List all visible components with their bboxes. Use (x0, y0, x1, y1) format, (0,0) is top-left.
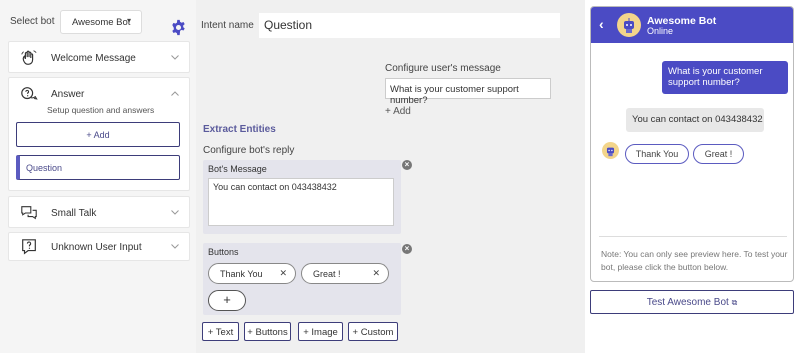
bot-message-bubble: You can contact on 043438432 (626, 108, 764, 132)
chevron-down-icon[interactable] (171, 55, 179, 60)
add-text-button[interactable]: + Text (202, 322, 239, 341)
test-bot-label: Test Awesome Bot (646, 297, 729, 308)
intent-name-label: Intent name (201, 20, 254, 31)
sidebar-item-label: Small Talk (51, 208, 97, 219)
bot-message-card: Bot's Message You can contact on 0434384… (203, 160, 401, 234)
bot-status: Online (647, 26, 674, 36)
bot-select-row: Select bot Awesome Bot ▾ (0, 8, 196, 36)
add-question-button[interactable]: + Add (16, 122, 180, 147)
add-user-message-button[interactable]: + Add (385, 106, 411, 117)
buttons-card: Buttons Thank You ✕ Great ! ✕ + (203, 243, 401, 315)
sidebar-item-label: Welcome Message (51, 53, 136, 64)
external-link-icon: ⧉ (731, 298, 738, 307)
divider (599, 236, 787, 237)
intent-editor: Intent name Question Configure user's me… (196, 0, 585, 353)
close-icon[interactable]: ✕ (279, 268, 287, 279)
accordion-header[interactable]: Welcome Message (9, 42, 189, 74)
intent-name-row: Intent name Question (196, 10, 585, 40)
robot-icon (606, 147, 615, 157)
test-bot-button[interactable]: Test Awesome Bot ⧉ (590, 290, 794, 314)
accordion-header[interactable]: Unknown User Input (9, 233, 189, 262)
question-list-item[interactable]: Question (16, 155, 180, 180)
chat-question-icon (21, 87, 38, 100)
sidebar-item-label: Unknown User Input (51, 242, 142, 253)
chevron-up-icon[interactable] (171, 91, 179, 96)
preview-note: Note: You can only see preview here. To … (601, 249, 788, 272)
bot-select-dropdown[interactable]: Awesome Bot ▾ (60, 10, 142, 34)
bot-message-label: Bot's Message (208, 164, 267, 174)
sidebar-item-answer[interactable]: Answer Setup question and answers + Add … (8, 77, 190, 191)
reply-button-pill[interactable]: Great ! ✕ (301, 263, 389, 284)
chevron-down-icon[interactable] (171, 244, 179, 249)
sidebar-item-small-talk[interactable]: Small Talk (8, 196, 190, 228)
select-bot-label: Select bot (10, 16, 55, 27)
sidebar-item-unknown-user-input[interactable]: Unknown User Input (8, 232, 190, 261)
buttons-label: Buttons (208, 247, 239, 257)
gear-icon[interactable] (170, 19, 187, 36)
remove-buttons-icon[interactable]: × (402, 244, 412, 254)
intent-name-input[interactable]: Question (259, 13, 560, 38)
bot-select-value: Awesome Bot (72, 17, 131, 28)
chat-preview: ‹ Awesome Bot Online What is your custom… (590, 6, 794, 282)
add-image-button[interactable]: + Image (298, 322, 343, 341)
user-message-bubble: What is your customer support number? (662, 61, 788, 94)
extract-entities-link[interactable]: Extract Entities (203, 124, 276, 135)
robot-icon (624, 18, 634, 33)
remove-bot-message-icon[interactable]: × (402, 160, 412, 170)
quick-reply-chip[interactable]: Great ! (693, 144, 744, 164)
bot-message-textarea[interactable]: You can contact on 043438432 (208, 178, 394, 226)
bot-avatar (617, 13, 641, 37)
quick-reply-chip[interactable]: Thank You (625, 144, 689, 164)
reply-button-label: Thank You (220, 269, 263, 279)
bot-avatar (602, 142, 619, 159)
chat-bubbles-icon (21, 206, 37, 220)
reply-button-pill[interactable]: Thank You ✕ (208, 263, 296, 284)
configure-user-message-label: Configure user's message (385, 63, 501, 74)
add-custom-button[interactable]: + Custom (348, 322, 398, 341)
caret-down-icon: ▾ (127, 16, 132, 25)
sidebar-item-welcome-message[interactable]: Welcome Message (8, 41, 190, 73)
accordion-header[interactable]: Small Talk (9, 197, 189, 229)
question-box-icon (22, 239, 36, 255)
add-buttons-button[interactable]: + Buttons (244, 322, 291, 341)
configure-bot-reply-label: Configure bot's reply (203, 145, 295, 156)
user-message-input[interactable]: What is your customer support number? (385, 78, 551, 106)
add-reply-button[interactable]: + (208, 290, 246, 311)
reply-button-label: Great ! (313, 269, 341, 279)
back-arrow-icon[interactable]: ‹ (599, 16, 604, 32)
chat-header: ‹ Awesome Bot Online (591, 7, 793, 43)
answer-subtitle: Setup question and answers (47, 105, 155, 115)
waving-hand-icon (21, 50, 37, 65)
sidebar-item-label: Answer (51, 89, 85, 100)
bot-sidebar: Select bot Awesome Bot ▾ Welcome Message (0, 0, 196, 353)
chat-preview-panel: ‹ Awesome Bot Online What is your custom… (585, 0, 800, 353)
close-icon[interactable]: ✕ (372, 268, 380, 279)
chevron-down-icon[interactable] (171, 210, 179, 215)
